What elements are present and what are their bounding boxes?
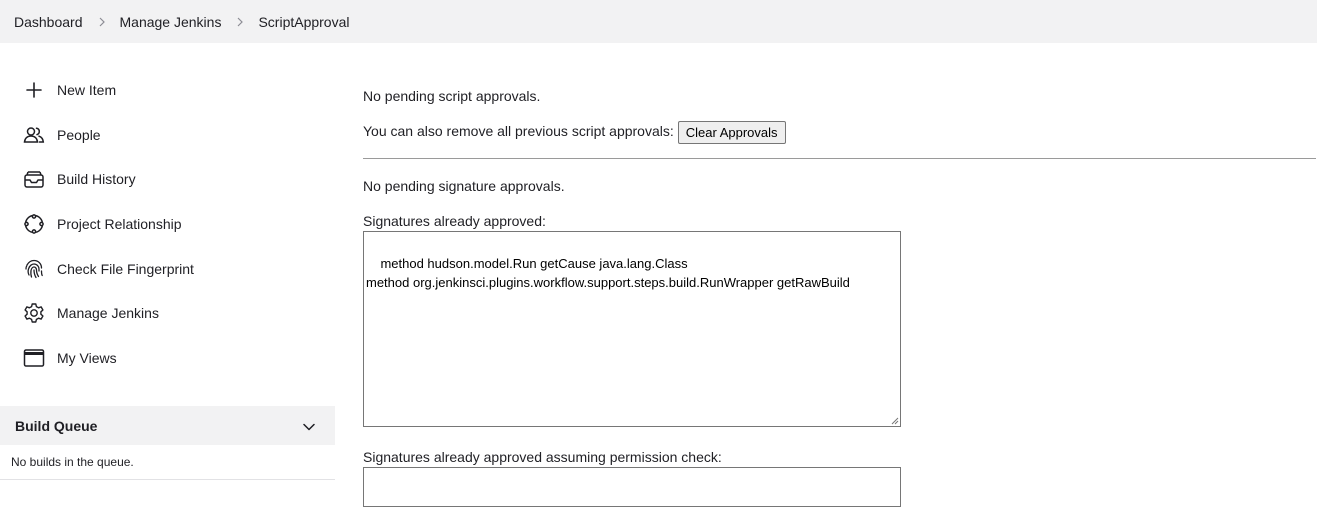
main-content: No pending script approvals. You can als… (363, 0, 1317, 507)
sidebar-item-people[interactable]: People (0, 113, 335, 158)
gear-icon (23, 302, 45, 324)
approved-perm-label: Signatures already approved assuming per… (363, 449, 722, 465)
breadcrumb-manage-jenkins[interactable]: Manage Jenkins (120, 14, 222, 30)
approved-signatures-label: Signatures already approved: (363, 213, 546, 229)
sidebar-item-label: My Views (57, 349, 117, 366)
no-pending-signature-text: No pending signature approvals. (363, 178, 565, 194)
approved-signatures-value: method hudson.model.Run getCause java.la… (366, 256, 850, 290)
chevron-right-icon (235, 17, 245, 27)
window-icon (23, 347, 45, 369)
sidebar-item-label: Manage Jenkins (57, 305, 159, 322)
resize-grip-icon[interactable] (889, 415, 899, 425)
clear-approvals-button[interactable]: Clear Approvals (677, 121, 786, 144)
sidebar-item-check-file-fingerprint[interactable]: Check File Fingerprint (0, 246, 335, 291)
divider (363, 158, 1316, 159)
sidebar-item-label: Check File Fingerprint (57, 260, 194, 277)
chevron-right-icon (97, 17, 107, 27)
sidebar-item-manage-jenkins[interactable]: Manage Jenkins (0, 291, 335, 336)
sidebar-item-label: People (57, 126, 101, 143)
build-queue-empty-text: No builds in the queue. (0, 445, 335, 480)
approved-perm-textarea[interactable] (363, 467, 901, 507)
sidebar-item-label: Project Relationship (57, 216, 182, 233)
sidebar-item-my-views[interactable]: My Views (0, 336, 335, 381)
sidebar-item-project-relationship[interactable]: Project Relationship (0, 202, 335, 247)
approved-signatures-textarea[interactable]: method hudson.model.Run getCause java.la… (363, 231, 901, 427)
breadcrumb-dashboard[interactable]: Dashboard (14, 14, 83, 30)
build-queue-panel: Build Queue No builds in the queue. (0, 406, 335, 480)
build-queue-title: Build Queue (15, 417, 98, 434)
sidebar-item-build-history[interactable]: Build History (0, 157, 335, 202)
chevron-down-icon[interactable] (303, 418, 315, 434)
fingerprint-icon (23, 258, 45, 280)
sidebar-item-label: New Item (57, 82, 117, 99)
build-queue-header[interactable]: Build Queue (0, 406, 335, 445)
sidebar-item-label: Build History (57, 171, 136, 188)
plus-icon (23, 79, 45, 101)
relationship-icon (23, 213, 45, 235)
breadcrumb-script-approval[interactable]: ScriptApproval (258, 14, 349, 30)
remove-approvals-row: You can also remove all previous script … (363, 121, 786, 144)
sidebar-item-new-item[interactable]: New Item (0, 68, 335, 113)
inbox-icon (23, 168, 45, 190)
sidebar: New Item People Build History Project Re… (0, 68, 335, 380)
people-icon (23, 124, 45, 146)
no-pending-script-text: No pending script approvals. (363, 88, 541, 104)
remove-approvals-text: You can also remove all previous script … (363, 123, 674, 140)
